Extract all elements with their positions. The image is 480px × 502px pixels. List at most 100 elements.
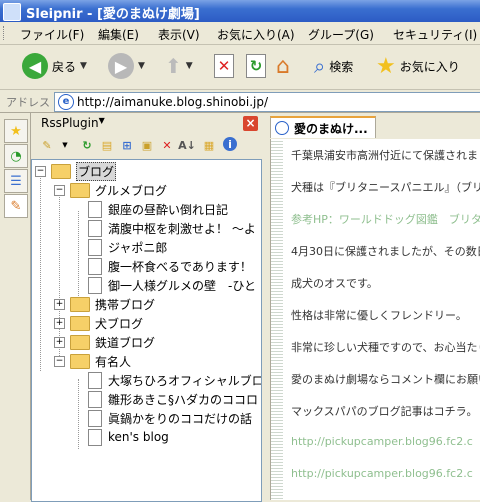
feed-title: 腹一杯食べるであります！ xyxy=(108,259,252,274)
menu-group[interactable]: グループ(G) xyxy=(308,26,374,43)
favorites-star-icon: ★ xyxy=(376,53,396,79)
menu-view[interactable]: 表示(V) xyxy=(158,26,200,43)
window-title: Sleipnir - [愛のまぬけ劇場] xyxy=(26,7,200,22)
tree-folder-railway[interactable]: + 鉄道ブログ xyxy=(54,333,155,351)
tab-aimanuke[interactable]: 愛のまぬけ... xyxy=(270,116,376,138)
tree-folder-gourmet[interactable]: − グルメブログ xyxy=(54,181,167,199)
feed-doc-icon xyxy=(88,200,102,218)
folder-icon xyxy=(51,163,71,179)
forward-dropdown-icon[interactable]: ▼ xyxy=(138,61,145,71)
rss-panel-icon[interactable]: ✎ xyxy=(4,194,28,218)
tree-feed-item[interactable]: 満腹中枢を刺激せよ！ ～よ xyxy=(88,219,256,237)
feed-title: ジャポニ郎 xyxy=(108,240,168,255)
menu-edit[interactable]: 編集(E) xyxy=(98,26,139,43)
tree-folder-root[interactable]: − ブログ xyxy=(35,161,117,181)
collapse-icon[interactable]: − xyxy=(54,355,65,367)
tree-feed-item[interactable]: 雛形あきこ§ハダカのココロ xyxy=(88,390,258,408)
panel-title[interactable]: RssPlugin▼ xyxy=(41,116,105,130)
feed-doc-icon xyxy=(88,257,102,275)
feed-title: 満腹中枢を刺激せよ！ ～よ xyxy=(108,221,256,236)
up-button[interactable]: ⬆ ▼ xyxy=(165,51,193,81)
feed-title: 銀座の昼酔い倒れ日記 xyxy=(108,202,229,217)
panel-close-icon[interactable]: × xyxy=(243,116,258,131)
browser-content-area: 愛のまぬけ... 千葉県浦安市高洲付近にて保護されまし 犬種は『ブリタニースパニ… xyxy=(268,113,480,500)
info-icon[interactable]: i xyxy=(223,137,237,151)
content-link[interactable]: http://pickupcamper.blog96.fc2.c xyxy=(291,467,473,480)
tree-folder-famous[interactable]: − 有名人 xyxy=(54,352,131,370)
tree-label: 犬ブログ xyxy=(95,316,144,331)
home-button[interactable]: ⌂ xyxy=(276,51,290,81)
content-line: 千葉県浦安市高洲付近にて保護されまし xyxy=(291,149,480,162)
content-line: 性格は非常に優しくフレンドリー。 xyxy=(291,309,467,322)
feed-dropdown-icon[interactable]: ▼ xyxy=(57,137,73,153)
tree-feed-item[interactable]: 大塚ちひろオフィシャルブロ xyxy=(88,371,262,389)
stop-icon: ✕ xyxy=(214,54,234,78)
feed-doc-icon xyxy=(88,276,102,294)
menubar-grip[interactable] xyxy=(3,26,7,40)
feed-doc-icon xyxy=(88,371,102,389)
update-icon[interactable]: ↻ xyxy=(79,137,95,153)
feed-icon[interactable]: ✎ xyxy=(39,137,55,153)
tree-feed-item[interactable]: 御一人様グルメの壁 -ひと xyxy=(88,276,256,294)
new-folder-icon[interactable]: ▤ xyxy=(99,137,115,153)
search-button[interactable]: ⌕ 検索 xyxy=(314,51,353,81)
tree-feed-item[interactable]: ジャポニ郎 xyxy=(88,238,167,256)
menu-file[interactable]: ファイル(F) xyxy=(20,26,84,43)
feed-doc-icon xyxy=(88,219,102,237)
feed-doc-icon xyxy=(88,409,102,427)
feed-title: ken's blog xyxy=(108,430,169,444)
tree-folder-dog[interactable]: + 犬ブログ xyxy=(54,314,143,332)
feed-doc-icon xyxy=(88,390,102,408)
menu-favorites[interactable]: お気に入り(A) xyxy=(217,26,295,43)
history-panel-icon[interactable]: ◔ xyxy=(4,144,28,168)
content-link[interactable]: http://pickupcamper.blog96.fc2.c xyxy=(291,435,473,448)
sort-icon[interactable]: A↓ xyxy=(178,137,196,153)
content-line: 愛のまぬけ劇場ならコメント欄にお願い xyxy=(291,373,480,386)
back-dropdown-icon[interactable]: ▼ xyxy=(80,61,87,71)
panel-toolbar: ✎ ▼ ↻ ▤ ⊞ ▣ ✕ A↓ ▦ i xyxy=(31,134,262,158)
feed-doc-icon xyxy=(88,238,102,256)
tree-label: ブログ xyxy=(76,161,117,181)
sleipnir-app-icon[interactable] xyxy=(3,3,21,21)
expand-icon[interactable]: + xyxy=(54,336,65,348)
tree-feed-item[interactable]: ken's blog xyxy=(88,428,169,446)
tree-feed-item[interactable]: 眞鍋かをりのココだけの話 xyxy=(88,409,252,427)
panel-dropdown-icon[interactable]: ▼ xyxy=(99,116,105,125)
menu-security[interactable]: セキュリティ(I) xyxy=(393,26,477,43)
favorites-button[interactable]: ★ お気に入り xyxy=(376,51,460,81)
stop-button[interactable]: ✕ xyxy=(214,51,234,81)
tree-feed-item[interactable]: 銀座の昼酔い倒れ日記 xyxy=(88,200,228,218)
expand-icon[interactable]: + xyxy=(54,298,65,310)
refresh-button[interactable]: ↻ xyxy=(246,51,266,81)
open-folder-icon[interactable]: ▣ xyxy=(139,137,155,153)
favorites-panel-icon[interactable]: ★ xyxy=(4,119,28,143)
main-toolbar: ◀ 戻る ▼ ▶ ▼ ⬆ ▼ ✕ ↻ ⌂ ⌕ 検索 ★ お気に入り xyxy=(0,45,480,90)
tree-feed-item[interactable]: 腹一杯食べるであります！ xyxy=(88,257,252,275)
home-icon: ⌂ xyxy=(276,53,290,79)
expand-icon[interactable]: + xyxy=(54,317,65,329)
forward-arrow-icon: ▶ xyxy=(108,53,134,79)
tree-panel-icon[interactable]: ☰ xyxy=(4,169,28,193)
feed-title: 大塚ちひろオフィシャルブロ xyxy=(108,373,262,388)
page-icon: e xyxy=(58,94,74,110)
up-dropdown-icon[interactable]: ▼ xyxy=(186,61,193,71)
address-input[interactable]: e http://aimanuke.blog.shinobi.jp/ xyxy=(54,92,480,112)
collapse-icon[interactable]: − xyxy=(35,165,46,177)
web-page[interactable]: 千葉県浦安市高洲付近にて保護されまし 犬種は『ブリタニースパニエル』（ブリ 参考… xyxy=(270,139,480,500)
tree-folder-mobile[interactable]: + 携帯ブログ xyxy=(54,295,155,313)
folder-icon xyxy=(70,353,90,369)
content-line: 4月30日に保護されましたが、その数日 xyxy=(291,245,480,258)
forward-button[interactable]: ▶ ▼ xyxy=(108,51,145,81)
page-border-pattern xyxy=(271,139,283,500)
address-url[interactable]: http://aimanuke.blog.shinobi.jp/ xyxy=(77,95,268,109)
tab-label: 愛のまぬけ... xyxy=(294,121,368,136)
properties-icon[interactable]: ▦ xyxy=(201,137,217,153)
back-button[interactable]: ◀ 戻る ▼ xyxy=(22,51,87,81)
tree-label: 携帯ブログ xyxy=(95,297,156,312)
add-feed-icon[interactable]: ⊞ xyxy=(119,137,135,153)
collapse-icon[interactable]: − xyxy=(54,184,65,196)
content-link[interactable]: 参考HP：ワールドドッグ図鑑 ブリタ xyxy=(291,211,480,227)
favorites-label: お気に入り xyxy=(399,59,460,74)
up-arrow-icon: ⬆ xyxy=(165,54,182,78)
delete-icon[interactable]: ✕ xyxy=(159,137,175,153)
